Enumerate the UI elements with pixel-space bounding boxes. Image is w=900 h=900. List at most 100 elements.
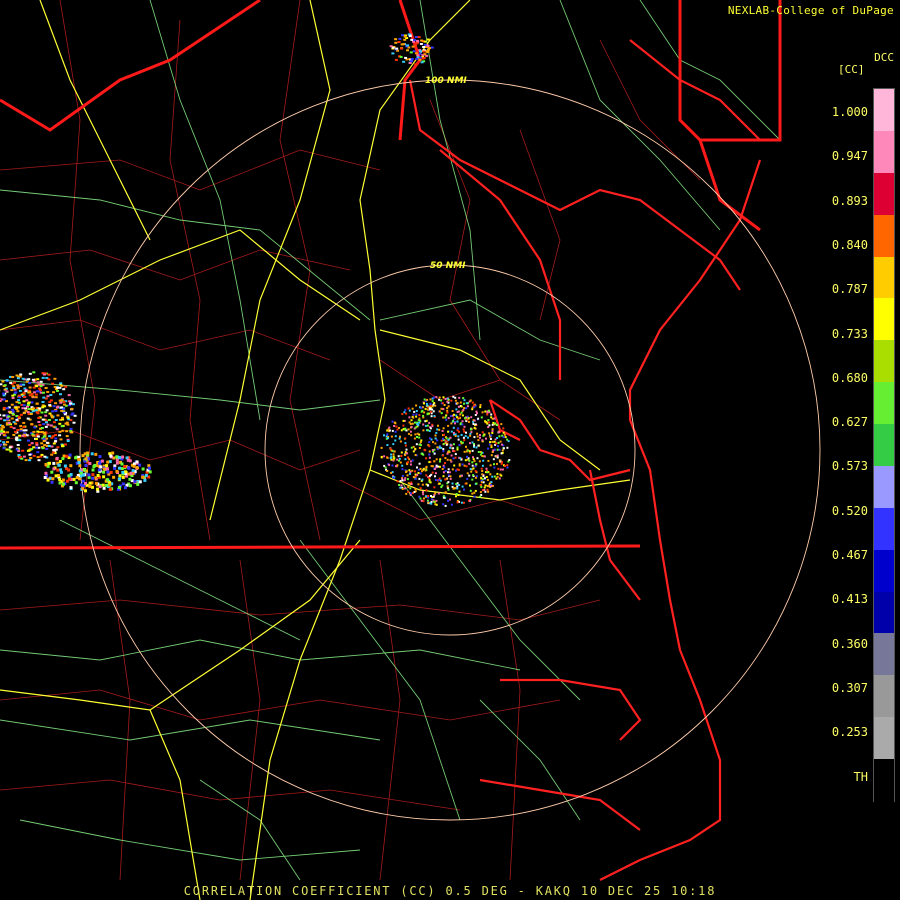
radar-return-pixel: [61, 444, 64, 447]
radar-return-pixel: [27, 408, 31, 410]
radar-return-pixel: [9, 381, 13, 384]
radar-return-pixel: [408, 62, 412, 64]
radar-return-pixel: [17, 394, 21, 397]
radar-return-pixel: [462, 428, 465, 431]
scale-label: 0.307: [831, 680, 868, 695]
color-scale-bar: [873, 88, 895, 802]
radar-return-pixel: [52, 391, 56, 394]
radar-return-pixel: [46, 391, 50, 393]
radar-return-pixel: [425, 419, 428, 422]
radar-return-pixel: [72, 477, 76, 481]
radar-return-pixel: [486, 471, 489, 474]
radar-return-pixel: [471, 492, 474, 495]
scale-segment: [874, 675, 894, 719]
radar-return-pixel: [443, 404, 446, 406]
radar-return-pixel: [472, 456, 474, 459]
radar-return-pixel: [463, 488, 465, 491]
radar-return-pixel: [491, 429, 494, 432]
radar-return-pixel: [453, 431, 455, 434]
radar-return-pixel: [399, 480, 402, 482]
radar-return-pixel: [481, 473, 484, 476]
radar-return-pixel: [465, 465, 468, 468]
radar-return-pixel: [67, 474, 71, 478]
radar-return-pixel: [429, 481, 432, 484]
radar-return-pixel: [413, 437, 416, 440]
radar-return-pixel: [423, 402, 425, 405]
radar-return-pixel: [436, 439, 439, 442]
radar-return-pixel: [61, 478, 65, 482]
radar-return-pixel: [406, 478, 409, 481]
radar-return-pixel: [473, 427, 476, 429]
radar-return-pixel: [456, 448, 459, 451]
radar-return-pixel: [457, 435, 460, 438]
radar-return-pixel: [425, 495, 428, 498]
radar-return-pixel: [63, 403, 66, 406]
radar-return-pixel: [41, 447, 45, 450]
radar-return-pixel: [461, 463, 464, 466]
radar-return-pixel: [38, 424, 42, 427]
radar-return-pixel: [53, 377, 57, 380]
radar-return-pixel: [148, 466, 151, 470]
radar-return-pixel: [442, 396, 445, 399]
radar-return-pixel: [419, 487, 422, 490]
radar-return-pixel: [0, 430, 3, 433]
radar-return-pixel: [497, 467, 500, 470]
radar-return-pixel: [492, 449, 495, 452]
radar-return-pixel: [479, 404, 482, 406]
radar-return-pixel: [484, 490, 487, 493]
radar-return-pixel: [390, 453, 393, 456]
radar-return-pixel: [466, 449, 469, 452]
scale-segment: [874, 591, 894, 635]
radar-return-pixel: [396, 480, 399, 483]
radar-return-pixel: [435, 464, 438, 467]
radar-return-pixel: [468, 459, 471, 462]
radar-return-pixel: [121, 471, 125, 474]
radar-return-pixel: [44, 471, 48, 475]
radar-return-pixel: [408, 469, 411, 472]
radar-return-pixel: [423, 53, 427, 56]
radar-return-pixel: [456, 501, 459, 504]
radar-return-pixel: [17, 415, 21, 418]
radar-return-pixel: [447, 481, 450, 484]
radar-return-pixel: [428, 441, 431, 444]
radar-return-pixel: [91, 476, 95, 480]
radar-return-pixel: [70, 431, 74, 434]
radar-return-pixel: [453, 413, 455, 416]
radar-return-pixel: [462, 501, 465, 504]
radar-return-pixel: [486, 485, 489, 487]
radar-return-pixel: [99, 465, 103, 469]
radar-return-pixel: [401, 474, 404, 477]
credit-label: NEXLAB-College of DuPage: [727, 4, 894, 17]
radar-return-pixel: [427, 484, 430, 487]
radar-return-pixel: [428, 477, 431, 480]
radar-return-pixel: [483, 455, 486, 458]
radar-return-pixel: [128, 477, 132, 481]
radar-return-pixel: [105, 464, 109, 468]
radar-return-pixel: [399, 435, 401, 438]
radar-return-pixel: [409, 463, 412, 466]
radar-return-pixel: [26, 417, 30, 420]
radar-return-pixel: [0, 397, 1, 400]
radar-return-pixel: [43, 476, 47, 479]
radar-return-pixel: [58, 434, 62, 437]
radar-return-pixel: [438, 396, 441, 399]
scale-segment: [874, 465, 894, 509]
radar-return-pixel: [69, 486, 73, 490]
radar-return-pixel: [456, 487, 459, 490]
radar-return-pixel: [64, 385, 68, 388]
radar-return-pixel: [432, 396, 435, 399]
radar-return-pixel: [102, 475, 106, 479]
radar-return-pixel: [58, 460, 62, 463]
radar-return-pixel: [52, 467, 56, 471]
radar-return-pixel: [414, 447, 417, 450]
radar-return-pixel: [96, 474, 100, 477]
radar-return-pixel: [52, 425, 56, 428]
radar-return-pixel: [65, 430, 69, 433]
radar-return-pixel: [31, 378, 35, 381]
radar-return-pixel: [400, 484, 403, 487]
radar-return-pixel: [56, 389, 59, 392]
radar-return-pixel: [40, 442, 44, 445]
radar-return-pixel: [43, 444, 47, 447]
radar-return-pixel: [58, 422, 62, 425]
radar-return-pixel: [22, 421, 26, 424]
